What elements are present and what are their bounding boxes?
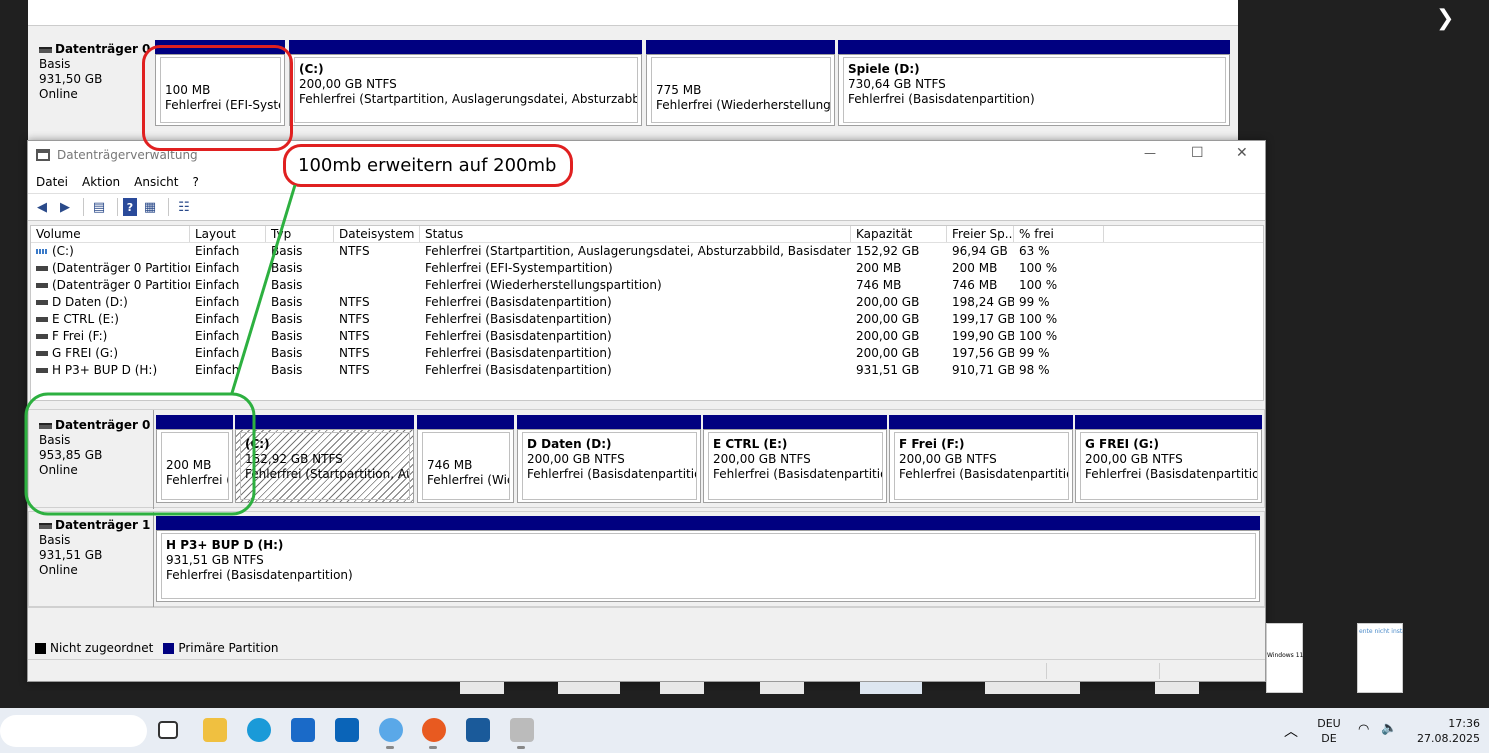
background-strip bbox=[460, 682, 1250, 696]
thumbnail-text: ente nicht installi bbox=[1359, 628, 1403, 635]
language-bottom: DE bbox=[1321, 732, 1337, 745]
thumbnail-text: Windows 11 ist f bbox=[1267, 652, 1303, 659]
thumbnail-window[interactable]: ente nicht installi bbox=[1357, 623, 1403, 693]
running-indicator bbox=[429, 746, 437, 749]
running-indicator bbox=[386, 746, 394, 749]
language-indicator[interactable]: DEU DE bbox=[1314, 716, 1344, 746]
solitaire-icon[interactable] bbox=[466, 718, 490, 742]
taskbar: ︿ DEU DE ◠ 🔈 17:36 27.08.2025 bbox=[0, 708, 1489, 753]
disk-management-icon[interactable] bbox=[510, 718, 534, 742]
time: 17:36 bbox=[1448, 717, 1480, 730]
green-connector-line bbox=[230, 184, 297, 394]
firefox-icon[interactable] bbox=[422, 718, 446, 742]
store-icon[interactable] bbox=[291, 718, 315, 742]
taskview-icon[interactable] bbox=[158, 721, 178, 739]
volume-icon[interactable]: 🔈 bbox=[1381, 721, 1397, 736]
edge-icon[interactable] bbox=[247, 718, 271, 742]
language-top: DEU bbox=[1317, 717, 1341, 730]
green-highlight-disk0 bbox=[24, 392, 256, 516]
app-icon[interactable] bbox=[379, 718, 403, 742]
thumbnail-window[interactable]: Windows 11 ist f bbox=[1266, 623, 1303, 693]
date: 27.08.2025 bbox=[1417, 732, 1480, 745]
wifi-icon[interactable]: ◠ bbox=[1358, 722, 1369, 737]
running-indicator bbox=[517, 746, 525, 749]
clock[interactable]: 17:36 27.08.2025 bbox=[1410, 716, 1480, 746]
chevron-up-icon[interactable]: ︿ bbox=[1284, 721, 1298, 741]
search-box[interactable] bbox=[0, 715, 147, 747]
outlook-icon[interactable] bbox=[335, 718, 359, 742]
file-explorer-icon[interactable] bbox=[203, 718, 227, 742]
